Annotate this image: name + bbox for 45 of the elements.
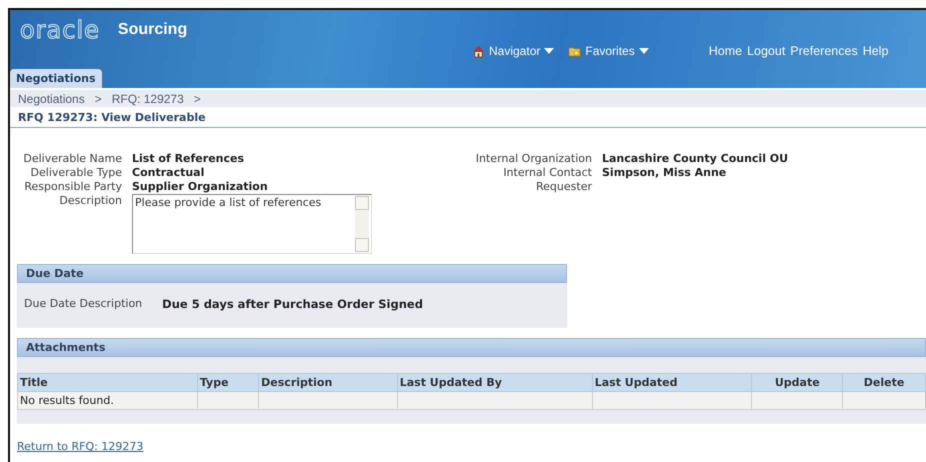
breadcrumb-separator: > xyxy=(94,92,102,106)
menu-button[interactable]: Navigator xyxy=(472,44,554,58)
table-cell: No results found. xyxy=(18,392,198,410)
field-value: Due 5 days after Purchase Order Signed xyxy=(162,297,423,311)
field-label: Internal Organization xyxy=(474,152,592,165)
column-header: Type xyxy=(197,374,259,392)
column-header: Last Updated By xyxy=(397,374,592,392)
field-label: Requester xyxy=(535,180,592,193)
header-link[interactable]: Logout xyxy=(747,44,786,58)
scrollbar[interactable] xyxy=(355,196,369,252)
breadcrumb-link[interactable]: RFQ: 129273 xyxy=(112,92,184,106)
field-label: Deliverable Name xyxy=(22,152,122,165)
field-value: Lancashire County Council OU xyxy=(602,152,788,165)
field-value: List of References xyxy=(132,152,246,165)
menu-button[interactable]: Favorites xyxy=(568,44,649,58)
column-header: Update xyxy=(752,374,843,392)
return-link[interactable]: Return to RFQ: 129273 xyxy=(17,440,144,453)
field-value: Simpson, Miss Anne xyxy=(602,166,728,179)
field-label: Description xyxy=(58,194,122,209)
oracle-logo: oracle xyxy=(20,16,100,44)
field-value: Contractual xyxy=(132,166,206,179)
column-header: Delete xyxy=(842,374,926,392)
header-link[interactable]: Preferences xyxy=(790,44,858,58)
product-name: Sourcing xyxy=(118,21,188,39)
column-header: Last Updated xyxy=(592,374,752,392)
field-value: Supplier Organization xyxy=(132,180,269,193)
header-link[interactable]: Home xyxy=(708,44,742,58)
column-header: Title xyxy=(18,374,198,392)
tab[interactable]: Negotiations xyxy=(10,69,102,88)
folder-star-icon xyxy=(568,44,582,58)
description-field[interactable]: Please provide a list of references xyxy=(132,194,372,254)
house-icon xyxy=(472,44,485,58)
breadcrumb-separator: > xyxy=(194,92,201,106)
field-label: Due Date Description xyxy=(24,297,142,311)
caret-icon xyxy=(544,48,554,54)
column-header: Description xyxy=(258,374,398,392)
header-link[interactable]: Help xyxy=(862,44,888,58)
section-header: Attachments xyxy=(17,338,926,357)
caret-icon xyxy=(638,48,649,54)
field-label: Internal Contact xyxy=(502,166,592,179)
page-title: RFQ 129273: View Deliverable xyxy=(10,107,926,128)
section-header: Due Date xyxy=(17,264,567,283)
breadcrumb-link[interactable]: Negotiations xyxy=(18,92,85,106)
field-label: Responsible Party xyxy=(23,180,122,193)
field-label: Deliverable Type xyxy=(30,166,122,179)
